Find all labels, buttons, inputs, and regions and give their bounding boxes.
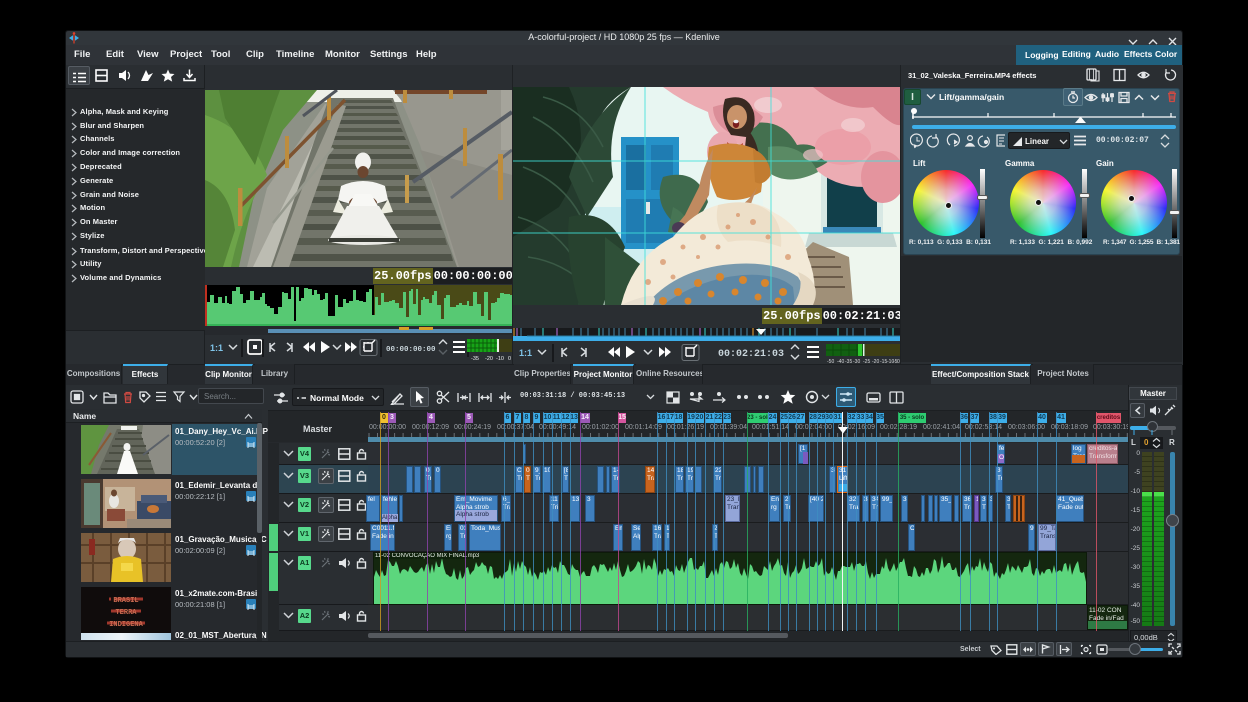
svg-text:1:1: 1:1 bbox=[210, 343, 223, 353]
svg-text:-35: -35 bbox=[471, 356, 479, 361]
svg-text:00:00:00:00: 00:00:00:00 bbox=[386, 346, 436, 354]
svg-text:BRASIL: BRASIL bbox=[113, 597, 138, 605]
svg-text:INDIGENA: INDIGENA bbox=[109, 621, 143, 629]
svg-text:1:1: 1:1 bbox=[519, 348, 532, 358]
svg-text:0: 0 bbox=[508, 356, 511, 361]
svg-text:-20: -20 bbox=[485, 356, 493, 361]
svg-text:00:02:21:03: 00:02:21:03 bbox=[718, 349, 784, 360]
svg-text:TERRA: TERRA bbox=[115, 609, 137, 617]
svg-text:-10: -10 bbox=[496, 356, 504, 361]
